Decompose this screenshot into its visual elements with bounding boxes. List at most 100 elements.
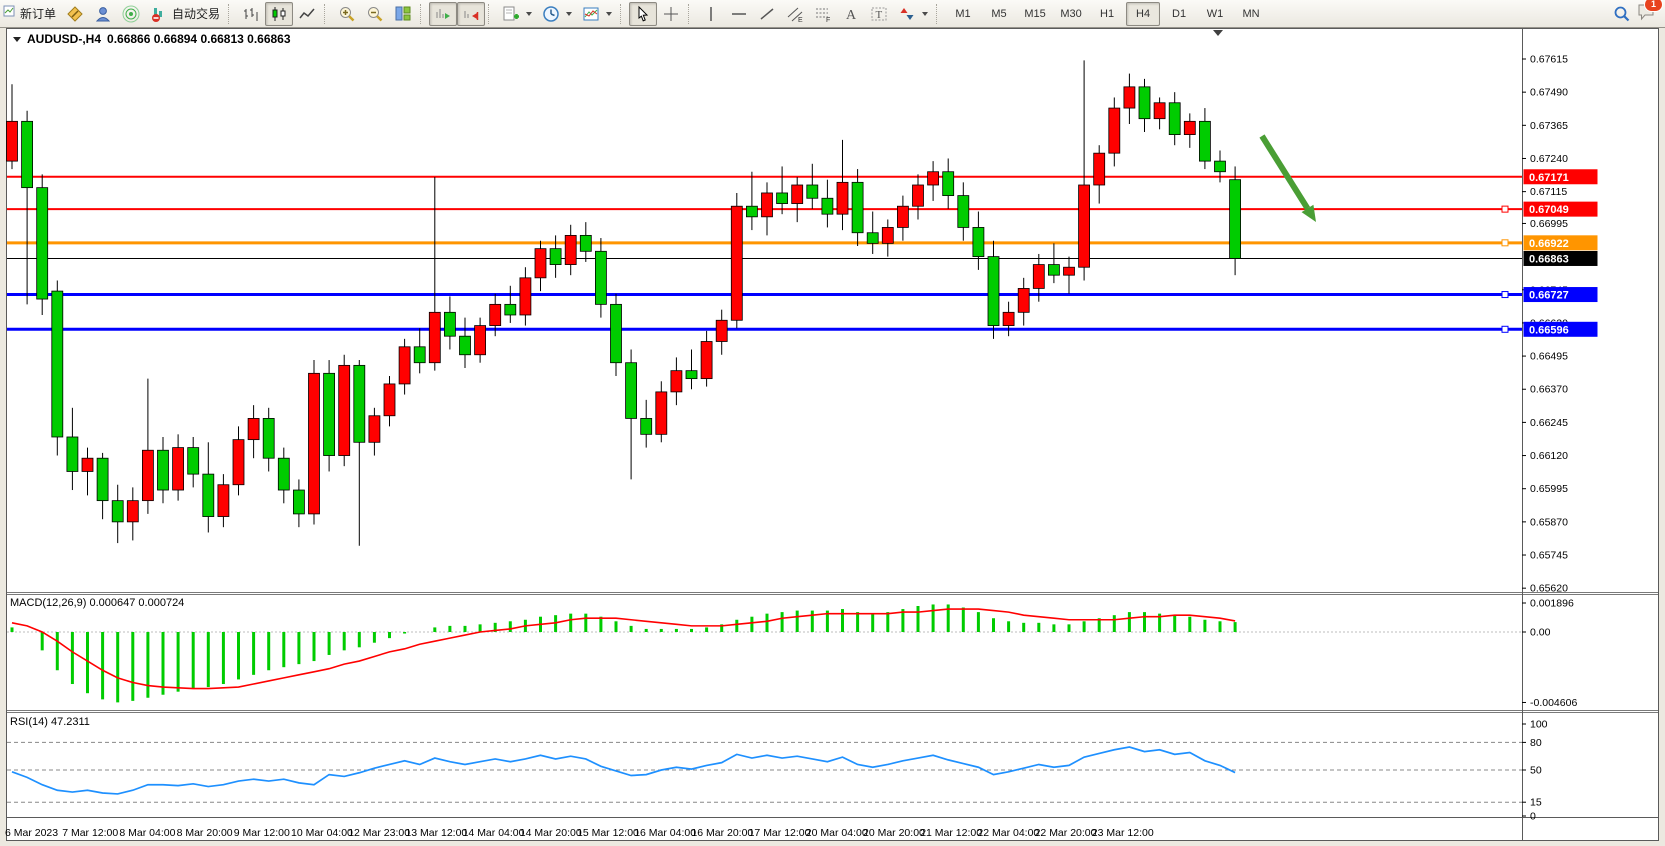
vertical-line-button[interactable] bbox=[697, 2, 725, 26]
community-button[interactable] bbox=[89, 2, 117, 26]
rsi-label: RSI(14) 47.2311 bbox=[10, 716, 90, 728]
svg-text:0.66922: 0.66922 bbox=[1529, 238, 1569, 250]
svg-text:0.67049: 0.67049 bbox=[1529, 204, 1569, 216]
svg-text:F: F bbox=[826, 17, 830, 23]
candle-body bbox=[354, 365, 365, 442]
candle-body bbox=[716, 320, 727, 341]
cursor-button[interactable] bbox=[629, 2, 657, 26]
trendline-button[interactable] bbox=[753, 2, 781, 26]
fibonacci-button[interactable]: F bbox=[809, 2, 837, 26]
candle-body bbox=[943, 172, 954, 196]
tile-windows-icon bbox=[394, 5, 412, 23]
notifications-button[interactable]: 1 bbox=[1636, 2, 1656, 26]
candle-body bbox=[324, 373, 335, 455]
candle-body bbox=[188, 448, 199, 475]
auto-scroll-button[interactable] bbox=[429, 2, 457, 26]
candle-body bbox=[882, 227, 893, 243]
candle-body bbox=[671, 371, 682, 392]
candle-body bbox=[1018, 288, 1029, 312]
candle-body bbox=[444, 312, 455, 336]
candlestick-chart-icon bbox=[270, 5, 288, 23]
text-label-button[interactable]: T bbox=[865, 2, 893, 26]
tf-button-M1[interactable]: M1 bbox=[946, 2, 980, 26]
svg-text:12 Mar 23:00: 12 Mar 23:00 bbox=[348, 827, 410, 839]
svg-text:0.66370: 0.66370 bbox=[1530, 384, 1568, 396]
svg-text:0.67365: 0.67365 bbox=[1530, 120, 1568, 132]
tf-button-MN[interactable]: MN bbox=[1234, 2, 1268, 26]
candle-body bbox=[520, 278, 531, 315]
crosshair-button[interactable] bbox=[657, 2, 685, 26]
zoom-in-button[interactable] bbox=[333, 2, 361, 26]
candle-body bbox=[1033, 265, 1044, 289]
line-handle[interactable] bbox=[1502, 206, 1508, 212]
autotrade-button[interactable]: 自动交易 bbox=[145, 2, 225, 26]
line-chart-icon bbox=[298, 5, 316, 23]
text-label-icon: T bbox=[870, 5, 888, 23]
candle-body bbox=[1230, 180, 1241, 259]
chart-shift-button[interactable] bbox=[457, 2, 485, 26]
periods-button[interactable] bbox=[537, 2, 577, 26]
candle-body bbox=[52, 291, 63, 437]
tf-button-M15[interactable]: M15 bbox=[1018, 2, 1052, 26]
equidistant-channel-button[interactable]: E bbox=[781, 2, 809, 26]
candle-body bbox=[1184, 121, 1195, 134]
mt4-terminal: 新订单 自动交易 E F A T bbox=[0, 0, 1665, 846]
toolbar-grip bbox=[420, 4, 426, 24]
svg-text:0.66495: 0.66495 bbox=[1530, 351, 1568, 363]
metaeditor-button[interactable] bbox=[61, 2, 89, 26]
bar-chart-button[interactable] bbox=[237, 2, 265, 26]
zoom-in-icon bbox=[338, 5, 356, 23]
search-button[interactable] bbox=[1608, 2, 1636, 26]
candle-body bbox=[82, 458, 93, 471]
zoom-out-button[interactable] bbox=[361, 2, 389, 26]
toolbar: 新订单 自动交易 E F A T bbox=[0, 0, 1665, 28]
candle-body bbox=[822, 198, 833, 214]
timeframe-toolbar: M1M5M15M30H1H4D1W1MN bbox=[945, 2, 1269, 26]
line-chart-button[interactable] bbox=[293, 2, 321, 26]
tf-button-D1[interactable]: D1 bbox=[1162, 2, 1196, 26]
candle-body bbox=[399, 347, 410, 384]
toolbar-grip bbox=[688, 4, 694, 24]
chart-title[interactable]: AUDUSD-,H4 0.66866 0.66894 0.66813 0.668… bbox=[13, 32, 291, 46]
candle-body bbox=[278, 458, 289, 490]
svg-text:21 Mar 12:00: 21 Mar 12:00 bbox=[920, 827, 982, 839]
chevron-down-icon bbox=[526, 12, 532, 16]
indicators-icon bbox=[502, 5, 520, 23]
line-handle[interactable] bbox=[1502, 326, 1508, 332]
horizontal-line-button[interactable] bbox=[725, 2, 753, 26]
line-handle[interactable] bbox=[1502, 240, 1508, 246]
arrows-button[interactable] bbox=[893, 2, 933, 26]
toolbar-grip bbox=[324, 4, 330, 24]
line-handle[interactable] bbox=[1502, 292, 1508, 298]
candle-body bbox=[475, 326, 486, 355]
chevron-down-icon bbox=[606, 12, 612, 16]
autotrade-icon bbox=[150, 5, 168, 23]
new-order-button[interactable]: 新订单 bbox=[15, 2, 61, 26]
candle-body bbox=[1079, 185, 1090, 267]
templates-button[interactable] bbox=[577, 2, 617, 26]
candle-body bbox=[339, 365, 350, 455]
svg-text:23 Mar 12:00: 23 Mar 12:00 bbox=[1092, 827, 1154, 839]
tf-button-H1[interactable]: H1 bbox=[1090, 2, 1124, 26]
candle-body bbox=[369, 416, 380, 443]
text-button[interactable]: A bbox=[837, 2, 865, 26]
chart-canvas[interactable]: 0.676150.674900.673650.672400.671150.669… bbox=[0, 0, 1665, 846]
equidistant-channel-icon: E bbox=[786, 5, 804, 23]
tf-button-M30[interactable]: M30 bbox=[1054, 2, 1088, 26]
svg-text:15 Mar 12:00: 15 Mar 12:00 bbox=[577, 827, 639, 839]
svg-text:0: 0 bbox=[1530, 811, 1536, 823]
svg-text:0.66245: 0.66245 bbox=[1530, 417, 1568, 429]
indicators-button[interactable] bbox=[497, 2, 537, 26]
tf-button-M5[interactable]: M5 bbox=[982, 2, 1016, 26]
svg-text:80: 80 bbox=[1530, 737, 1542, 749]
fibonacci-icon: F bbox=[814, 5, 832, 23]
tf-button-W1[interactable]: W1 bbox=[1198, 2, 1232, 26]
candlestick-chart-button[interactable] bbox=[265, 2, 293, 26]
toolbar-grip bbox=[620, 4, 626, 24]
candle-body bbox=[1094, 153, 1105, 185]
community-icon bbox=[94, 5, 112, 23]
tf-button-H4[interactable]: H4 bbox=[1126, 2, 1160, 26]
signals-button[interactable] bbox=[117, 2, 145, 26]
tile-windows-button[interactable] bbox=[389, 2, 417, 26]
candle-body bbox=[595, 251, 606, 304]
